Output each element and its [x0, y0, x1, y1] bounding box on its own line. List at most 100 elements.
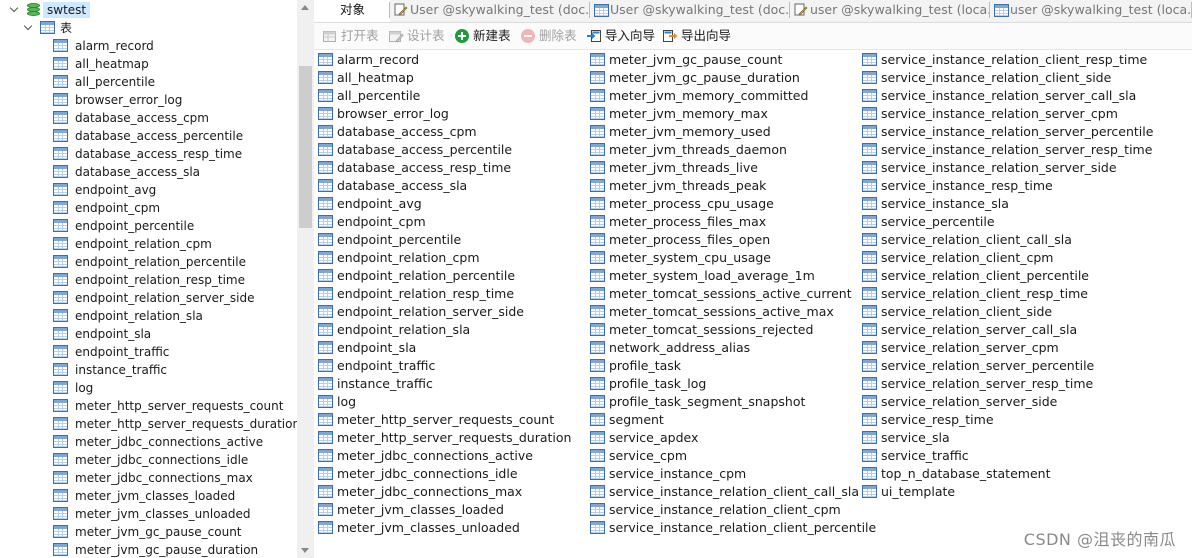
tree-item-table[interactable]: endpoint_percentile: [0, 217, 297, 235]
object-table-item[interactable]: ui_template: [862, 483, 1130, 501]
toolbar-button-0[interactable]: 打开表: [322, 27, 394, 45]
tree-item-table[interactable]: meter_jvm_gc_pause_count: [0, 523, 297, 541]
object-table-item[interactable]: service_instance_relation_client_resp_ti…: [862, 51, 1147, 69]
object-table-item[interactable]: service_cpm: [590, 447, 858, 465]
object-table-item[interactable]: service_instance_relation_server_call_sl…: [862, 87, 1136, 105]
object-table-item[interactable]: service_traffic: [862, 447, 1130, 465]
object-table-item[interactable]: service_relation_client_call_sla: [862, 231, 1130, 249]
object-table-item[interactable]: service_instance_relation_server_cpm: [862, 105, 1130, 123]
object-table-item[interactable]: service_apdex: [590, 429, 858, 447]
object-table-item[interactable]: meter_tomcat_sessions_active_current: [590, 285, 858, 303]
object-table-item[interactable]: meter_system_load_average_1m: [590, 267, 858, 285]
object-table-item[interactable]: meter_jvm_classes_unloaded: [318, 519, 586, 537]
tree-item-table[interactable]: meter_http_server_requests_duration: [0, 415, 297, 433]
object-table-item[interactable]: service_instance_relation_server_percent…: [862, 123, 1153, 141]
tree-item-table[interactable]: meter_jvm_classes_loaded: [0, 487, 297, 505]
object-table-item[interactable]: top_n_database_statement: [862, 465, 1130, 483]
object-table-item[interactable]: meter_system_cpu_usage: [590, 249, 858, 267]
tree-item-table[interactable]: instance_traffic: [0, 361, 297, 379]
tree-item-table[interactable]: database_access_percentile: [0, 127, 297, 145]
tab-4[interactable]: user @skywalking_test (loca...: [990, 0, 1192, 22]
object-table-item[interactable]: browser_error_log: [318, 105, 586, 123]
object-table-item[interactable]: service_sla: [862, 429, 1130, 447]
tree-item-table[interactable]: database_access_resp_time: [0, 145, 297, 163]
tab-3[interactable]: user @skywalking_test (loca...: [790, 0, 990, 22]
object-table-item[interactable]: service_relation_server_side: [862, 393, 1130, 411]
object-table-item[interactable]: service_instance_relation_client_cpm: [590, 501, 858, 519]
object-table-item[interactable]: database_access_sla: [318, 177, 586, 195]
object-table-item[interactable]: endpoint_sla: [318, 339, 586, 357]
object-table-item[interactable]: endpoint_relation_resp_time: [318, 285, 586, 303]
object-table-item[interactable]: endpoint_percentile: [318, 231, 586, 249]
object-table-item[interactable]: service_percentile: [862, 213, 1130, 231]
object-table-item[interactable]: service_instance_sla: [862, 195, 1130, 213]
toolbar-button-1[interactable]: 设计表: [388, 27, 460, 45]
chevron-down-icon[interactable]: [11, 6, 18, 13]
object-table-item[interactable]: meter_process_files_open: [590, 231, 858, 249]
object-table-item[interactable]: log: [318, 393, 586, 411]
object-table-item[interactable]: meter_jdbc_connections_active: [318, 447, 586, 465]
tree-item-table[interactable]: all_heatmap: [0, 55, 297, 73]
object-table-item[interactable]: service_relation_client_percentile: [862, 267, 1130, 285]
object-table-item[interactable]: meter_jvm_memory_max: [590, 105, 858, 123]
tree-item-table[interactable]: database_access_cpm: [0, 109, 297, 127]
object-table-item[interactable]: service_relation_client_cpm: [862, 249, 1130, 267]
tree-item-table[interactable]: meter_jvm_classes_unloaded: [0, 505, 297, 523]
tab-2[interactable]: User @skywalking_test (doc...: [590, 0, 790, 22]
object-table-item[interactable]: endpoint_relation_server_side: [318, 303, 586, 321]
tree-node-database[interactable]: swtest: [0, 1, 297, 19]
object-table-item[interactable]: profile_task_log: [590, 375, 858, 393]
tree-item-table[interactable]: endpoint_relation_cpm: [0, 235, 297, 253]
object-table-item[interactable]: all_heatmap: [318, 69, 586, 87]
scroll-down-arrow-icon[interactable]: [301, 548, 309, 553]
object-table-item[interactable]: meter_jvm_threads_peak: [590, 177, 858, 195]
tree-item-table[interactable]: meter_jdbc_connections_idle: [0, 451, 297, 469]
object-table-item[interactable]: segment: [590, 411, 858, 429]
object-table-item[interactable]: endpoint_traffic: [318, 357, 586, 375]
object-table-item[interactable]: meter_process_cpu_usage: [590, 195, 858, 213]
object-table-item[interactable]: service_instance_cpm: [590, 465, 858, 483]
toolbar-button-3[interactable]: 删除表: [520, 27, 592, 45]
object-table-item[interactable]: service_instance_relation_client_call_sl…: [590, 483, 859, 501]
object-table-item[interactable]: meter_jvm_classes_loaded: [318, 501, 586, 519]
object-table-item[interactable]: service_instance_relation_client_side: [862, 69, 1130, 87]
tree-item-table[interactable]: endpoint_sla: [0, 325, 297, 343]
object-table-item[interactable]: network_address_alias: [590, 339, 858, 357]
tree-item-table[interactable]: endpoint_relation_resp_time: [0, 271, 297, 289]
tree-item-table[interactable]: endpoint_relation_percentile: [0, 253, 297, 271]
tree-item-table[interactable]: database_access_sla: [0, 163, 297, 181]
object-table-item[interactable]: meter_jvm_gc_pause_count: [590, 51, 858, 69]
object-table-item[interactable]: meter_jvm_memory_committed: [590, 87, 858, 105]
chevron-down-icon[interactable]: [25, 24, 32, 31]
object-table-item[interactable]: meter_tomcat_sessions_rejected: [590, 321, 858, 339]
tree-item-table[interactable]: meter_jvm_gc_pause_duration: [0, 541, 297, 558]
tree-item-table[interactable]: meter_jdbc_connections_active: [0, 433, 297, 451]
object-table-item[interactable]: endpoint_relation_cpm: [318, 249, 586, 267]
object-table-item[interactable]: meter_http_server_requests_duration: [318, 429, 586, 447]
object-table-item[interactable]: service_instance_resp_time: [862, 177, 1130, 195]
tree-node-tables-group[interactable]: 表: [0, 19, 297, 37]
object-table-item[interactable]: profile_task: [590, 357, 858, 375]
object-table-item[interactable]: endpoint_relation_sla: [318, 321, 586, 339]
toolbar-button-4[interactable]: 导入向导: [586, 27, 658, 45]
object-table-item[interactable]: meter_jdbc_connections_idle: [318, 465, 586, 483]
object-table-item[interactable]: profile_task_segment_snapshot: [590, 393, 858, 411]
tree-scrollbar[interactable]: [297, 0, 314, 558]
object-table-item[interactable]: meter_jvm_gc_pause_duration: [590, 69, 858, 87]
object-table-item[interactable]: meter_jvm_threads_daemon: [590, 141, 858, 159]
tab-0[interactable]: 对象: [314, 0, 390, 22]
object-table-item[interactable]: service_relation_client_side: [862, 303, 1130, 321]
object-table-item[interactable]: service_instance_relation_server_resp_ti…: [862, 141, 1152, 159]
tree-item-table[interactable]: meter_http_server_requests_count: [0, 397, 297, 415]
object-table-item[interactable]: meter_process_files_max: [590, 213, 858, 231]
object-table-item[interactable]: instance_traffic: [318, 375, 586, 393]
object-table-item[interactable]: meter_tomcat_sessions_active_max: [590, 303, 858, 321]
tree-item-table[interactable]: endpoint_relation_server_side: [0, 289, 297, 307]
tree-item-table[interactable]: browser_error_log: [0, 91, 297, 109]
tree-item-table[interactable]: meter_jdbc_connections_max: [0, 469, 297, 487]
object-table-item[interactable]: all_percentile: [318, 87, 586, 105]
object-table-item[interactable]: service_relation_client_resp_time: [862, 285, 1130, 303]
object-table-item[interactable]: endpoint_avg: [318, 195, 586, 213]
object-table-item[interactable]: alarm_record: [318, 51, 586, 69]
object-table-item[interactable]: database_access_resp_time: [318, 159, 586, 177]
